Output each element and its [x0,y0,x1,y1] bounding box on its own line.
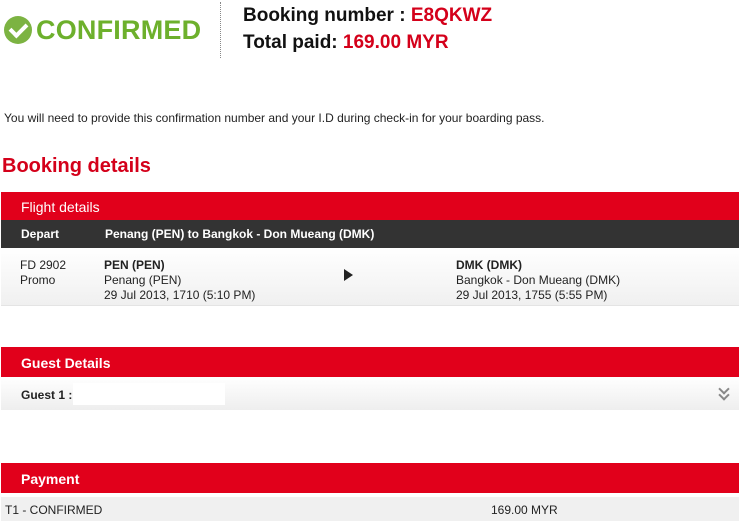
depart-header-row: Depart Penang (PEN) to Bangkok - Don Mue… [1,220,739,248]
dest-time: 29 Jul 2013, 1755 (5:55 PM) [456,288,608,302]
total-paid: Total paid: 169.00 MYR [243,32,449,54]
booking-details-title: Booking details [2,155,151,177]
confirmed-status: CONFIRMED [4,12,201,48]
total-paid-value: 169.00 MYR [342,32,449,53]
depart-label: Depart [21,227,60,241]
payment-bar: Payment [1,463,739,493]
guest-row[interactable]: Guest 1 : [1,377,739,410]
checkmark-icon [4,16,32,44]
booking-number: Booking number : E8QKWZ [243,5,492,27]
total-paid-label: Total paid: [243,32,343,53]
dest-city: Bangkok - Don Mueang (DMK) [456,273,621,287]
booking-number-value: E8QKWZ [410,5,493,26]
checkin-notice: You will need to provide this confirmati… [4,111,545,125]
flight-number: FD 2902 [20,258,67,272]
confirmed-label: CONFIRMED [36,14,202,45]
guest-label: Guest 1 : [21,388,73,402]
expand-chevron-icon[interactable] [718,385,730,401]
flight-segment-row: FD 2902 Promo PEN (PEN) Penang (PEN) 29 … [1,248,739,306]
confirmation-header: CONFIRMED Booking number : E8QKWZ Total … [0,0,740,60]
dest-code: DMK (DMK) [456,258,522,272]
arrow-right-icon [344,269,353,281]
header-divider [220,2,221,58]
payment-status: T1 - CONFIRMED [5,503,103,517]
destination-info: DMK (DMK) Bangkok - Don Mueang (DMK) 29 … [456,258,620,303]
origin-city: Penang (PEN) [104,273,182,287]
origin-code: PEN (PEN) [104,258,165,272]
fare-type: Promo [20,273,56,287]
payment-amount: 169.00 MYR [491,503,558,517]
booking-number-label: Booking number : [243,5,411,26]
origin-info: PEN (PEN) Penang (PEN) 29 Jul 2013, 1710… [104,258,255,303]
origin-time: 29 Jul 2013, 1710 (5:10 PM) [104,288,256,302]
guest-name-field [73,383,225,405]
guest-details-bar: Guest Details [1,347,739,377]
flight-details-bar: Flight details [1,192,739,220]
route-label: Penang (PEN) to Bangkok - Don Mueang (DM… [105,227,375,241]
payment-row: T1 - CONFIRMED 169.00 MYR [1,497,739,521]
flight-info: FD 2902 Promo [20,258,66,288]
